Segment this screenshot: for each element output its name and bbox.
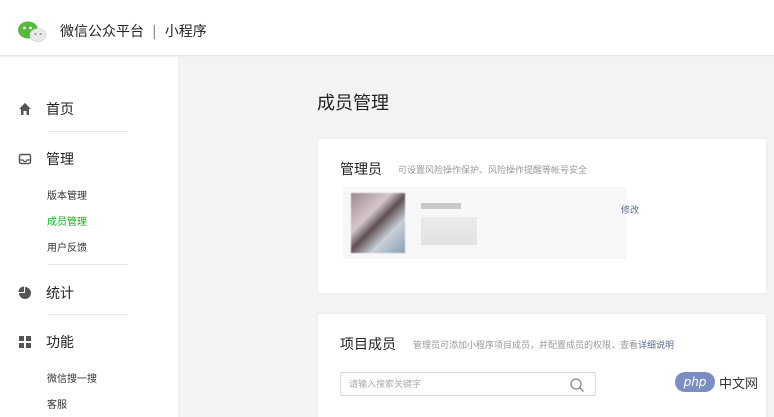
watermark-badge: php: [675, 372, 715, 392]
sidebar-item-home[interactable]: 首页: [18, 99, 74, 119]
members-card-title: 项目成员: [340, 337, 396, 353]
members-card: 项目成员 管理员可添加小程序项目成员，并配置成员的权限，查看详细说明: [317, 313, 767, 417]
sidebar: 首页 管理 版本管理 成员管理 用户反馈 统计 功能 微信搜一搜 客服: [0, 57, 179, 417]
brand-title[interactable]: 微信公众平台 | 小程序: [60, 21, 207, 41]
sidebar-item-label: 管理: [46, 152, 74, 168]
sidebar-item-features[interactable]: 功能: [18, 332, 74, 352]
sidebar-item-stats[interactable]: 统计: [18, 283, 74, 303]
admin-info-redacted: [421, 217, 477, 245]
watermark: php 中文网: [675, 372, 758, 392]
brand-separator: |: [152, 24, 157, 40]
sidebar-divider: [48, 131, 128, 132]
avatar: [351, 193, 405, 253]
manage-icon: [18, 153, 32, 165]
sidebar-subitem-feedback[interactable]: 用户反馈: [47, 239, 87, 254]
admin-card: 管理员 可设置风险操作保护、风险操作提醒等帐号安全 修改: [317, 138, 767, 294]
sidebar-subitem-version[interactable]: 版本管理: [47, 187, 87, 202]
sidebar-item-label: 功能: [46, 335, 74, 351]
watermark-text: 中文网: [719, 376, 759, 392]
members-card-description: 管理员可添加小程序项目成员，并配置成员的权限，查看详细说明: [413, 338, 674, 351]
sidebar-item-label: 统计: [46, 286, 74, 302]
member-search[interactable]: [340, 372, 596, 396]
top-bar: 微信公众平台 | 小程序: [0, 0, 774, 56]
stats-pie-icon: [18, 286, 31, 299]
edit-admin-link[interactable]: 修改: [621, 203, 639, 216]
sidebar-item-manage[interactable]: 管理: [18, 149, 74, 169]
sidebar-divider: [48, 314, 128, 315]
sidebar-subitem-members[interactable]: 成员管理: [47, 213, 87, 228]
sidebar-item-label: 首页: [46, 102, 74, 118]
platform-name: 微信公众平台: [60, 24, 144, 40]
admin-card-description: 可设置风险操作保护、风险操作提醒等帐号安全: [398, 166, 588, 176]
admin-card-title: 管理员: [340, 162, 382, 178]
members-description-text: 管理员可添加小程序项目成员，并配置成员的权限，查看: [413, 341, 639, 351]
grid-icon: [19, 336, 31, 348]
wechat-logo-icon[interactable]: [17, 20, 47, 42]
sidebar-divider: [48, 264, 128, 265]
page-title: 成员管理: [317, 93, 389, 114]
search-icon[interactable]: [569, 377, 585, 393]
section-name: 小程序: [164, 24, 207, 40]
search-input[interactable]: [349, 377, 549, 393]
sidebar-subitem-wechat-search[interactable]: 微信搜一搜: [47, 370, 97, 385]
home-icon: [19, 103, 31, 115]
sidebar-subitem-customer-service[interactable]: 客服: [47, 396, 67, 411]
admin-entry: 修改: [343, 187, 639, 259]
admin-name-redacted: [421, 203, 461, 209]
details-link[interactable]: 详细说明: [638, 341, 674, 351]
